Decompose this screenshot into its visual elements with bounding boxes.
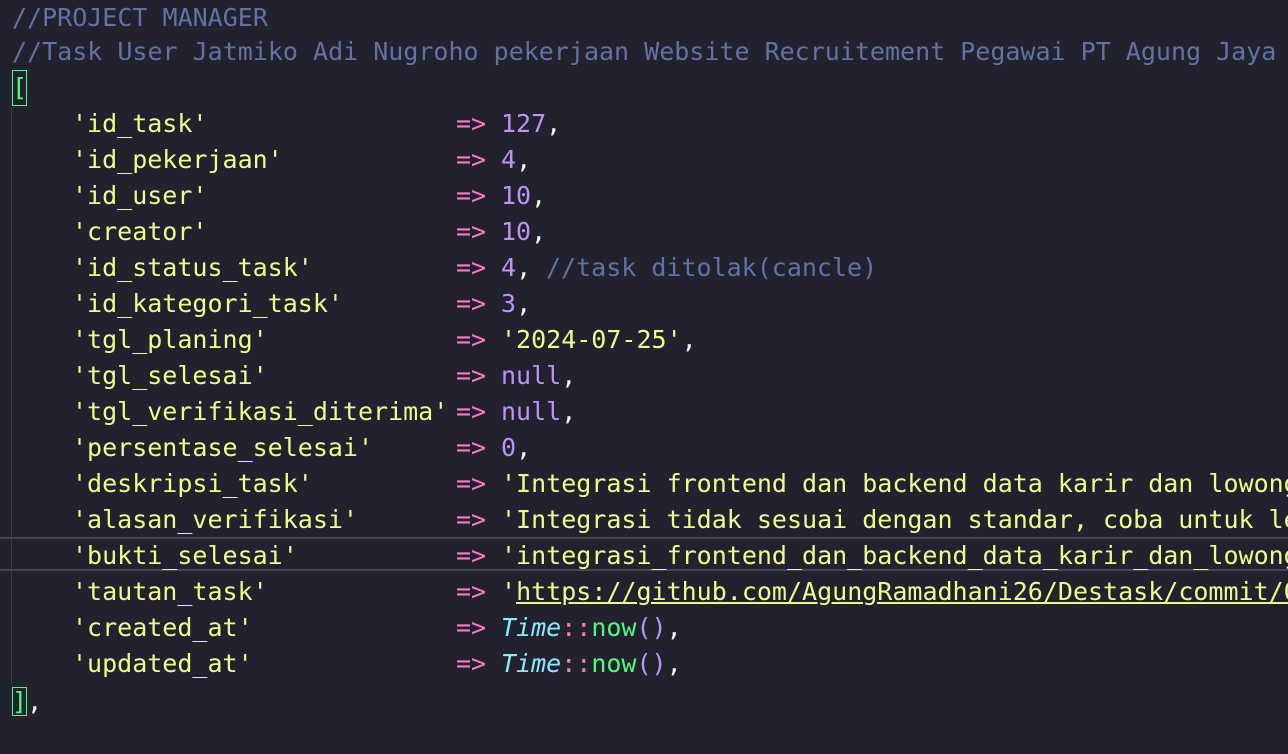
arrow-operator: => — [456, 217, 487, 246]
arrow-operator: => — [456, 253, 487, 282]
array-key: 'tgl_selesai' — [72, 361, 268, 390]
arrow-operator: => — [456, 577, 487, 606]
array-key: 'tgl_verifikasi_diterima' — [72, 397, 449, 426]
code-line[interactable]: 'created_at' => Time::now(), — [0, 610, 1288, 646]
code-line[interactable]: 'alasan_verifikasi' => 'Integrasi tidak … — [0, 502, 1288, 538]
array-value: 10, — [501, 181, 547, 210]
code-line[interactable]: [ — [0, 70, 1288, 106]
array-key: 'created_at' — [72, 613, 253, 642]
array-value: 'Integrasi frontend dan backend data kar… — [501, 469, 1288, 498]
arrow-operator: => — [456, 541, 487, 570]
array-value: '2024-07-25', — [501, 325, 697, 354]
inline-comment: //task ditolak(cancle) — [546, 253, 878, 282]
code-line[interactable]: 'id_pekerjaan' => 4, — [0, 142, 1288, 178]
code-line-current[interactable]: 'bukti_selesai' => 'integrasi_frontend_d… — [0, 538, 1288, 574]
array-key: 'alasan_verifikasi' — [72, 505, 358, 534]
array-value: 'https://github.com/AgungRamadhani26/Des… — [501, 574, 1288, 610]
arrow-operator: => — [456, 649, 487, 678]
close-bracket-line: ], — [12, 687, 43, 716]
arrow-operator: => — [456, 613, 487, 642]
array-value: 3, — [501, 289, 532, 318]
arrow-operator: => — [456, 505, 487, 534]
code-line[interactable]: 'creator' => 10, — [0, 214, 1288, 250]
code-line[interactable]: 'id_task' => 127, — [0, 106, 1288, 142]
arrow-operator: => — [456, 469, 487, 498]
array-key: 'id_user' — [72, 181, 208, 210]
array-value: null, — [501, 397, 577, 426]
code-line[interactable]: 'tgl_verifikasi_diterima' => null, — [0, 394, 1288, 430]
array-value: Time::now(), — [501, 613, 682, 642]
code-editor[interactable]: //PROJECT MANAGER //Task User Jatmiko Ad… — [0, 0, 1288, 754]
array-key: 'id_pekerjaan' — [72, 145, 283, 174]
code-line[interactable]: 'persentase_selesai' => 0, — [0, 430, 1288, 466]
open-bracket: [ — [12, 70, 28, 106]
arrow-operator: => — [456, 181, 487, 210]
comment-task: //Task User Jatmiko Adi Nugroho pekerjaa… — [12, 37, 1288, 66]
arrow-operator: => — [456, 361, 487, 390]
comment-header: //PROJECT MANAGER — [12, 3, 268, 32]
array-key: 'id_kategori_task' — [72, 289, 343, 318]
array-key: 'tautan_task' — [72, 577, 268, 606]
array-value: 10, — [501, 217, 547, 246]
arrow-operator: => — [456, 289, 487, 318]
code-line[interactable]: 'id_kategori_task' => 3, — [0, 286, 1288, 322]
arrow-operator: => — [456, 325, 487, 354]
code-line[interactable]: 'tgl_planing' => '2024-07-25', — [0, 322, 1288, 358]
array-key: 'creator' — [72, 217, 208, 246]
code-line[interactable]: 'id_status_task' => 4, //task ditolak(ca… — [0, 250, 1288, 286]
array-key: 'persentase_selesai' — [72, 433, 374, 462]
array-key: 'id_task' — [72, 109, 208, 138]
url-link[interactable]: https://github.com/AgungRamadhani26/Dest… — [516, 577, 1288, 606]
array-value: 127, — [501, 109, 562, 138]
code-line[interactable]: ], — [0, 684, 1288, 720]
code-line[interactable]: 'updated_at' => Time::now(), — [0, 646, 1288, 682]
code-line[interactable]: 'tgl_selesai' => null, — [0, 358, 1288, 394]
close-bracket: ] — [12, 687, 28, 716]
array-key: 'bukti_selesai' — [72, 541, 298, 570]
arrow-operator: => — [456, 397, 487, 426]
code-line[interactable]: //PROJECT MANAGER — [0, 0, 1288, 36]
arrow-operator: => — [456, 145, 487, 174]
array-value: 4, — [501, 145, 532, 174]
array-value: 'integrasi_frontend_dan_backend_data_kar… — [501, 541, 1288, 570]
code-line[interactable]: //Task User Jatmiko Adi Nugroho pekerjaa… — [0, 34, 1288, 70]
array-key: 'id_status_task' — [72, 253, 313, 282]
array-value: null, — [501, 361, 577, 390]
array-value: Time::now(), — [501, 649, 682, 678]
arrow-operator: => — [456, 109, 487, 138]
code-line[interactable]: 'deskripsi_task' => 'Integrasi frontend … — [0, 466, 1288, 502]
array-key: 'tgl_planing' — [72, 325, 268, 354]
array-value: 0, — [501, 433, 532, 462]
code-line[interactable]: 'id_user' => 10, — [0, 178, 1288, 214]
code-line[interactable]: 'tautan_task' => 'https://github.com/Agu… — [0, 574, 1288, 610]
array-value: 4, — [501, 253, 532, 282]
array-key: 'deskripsi_task' — [72, 469, 313, 498]
array-value: 'Integrasi tidak sesuai dengan standar, … — [501, 505, 1288, 534]
array-key: 'updated_at' — [72, 649, 253, 678]
arrow-operator: => — [456, 433, 487, 462]
